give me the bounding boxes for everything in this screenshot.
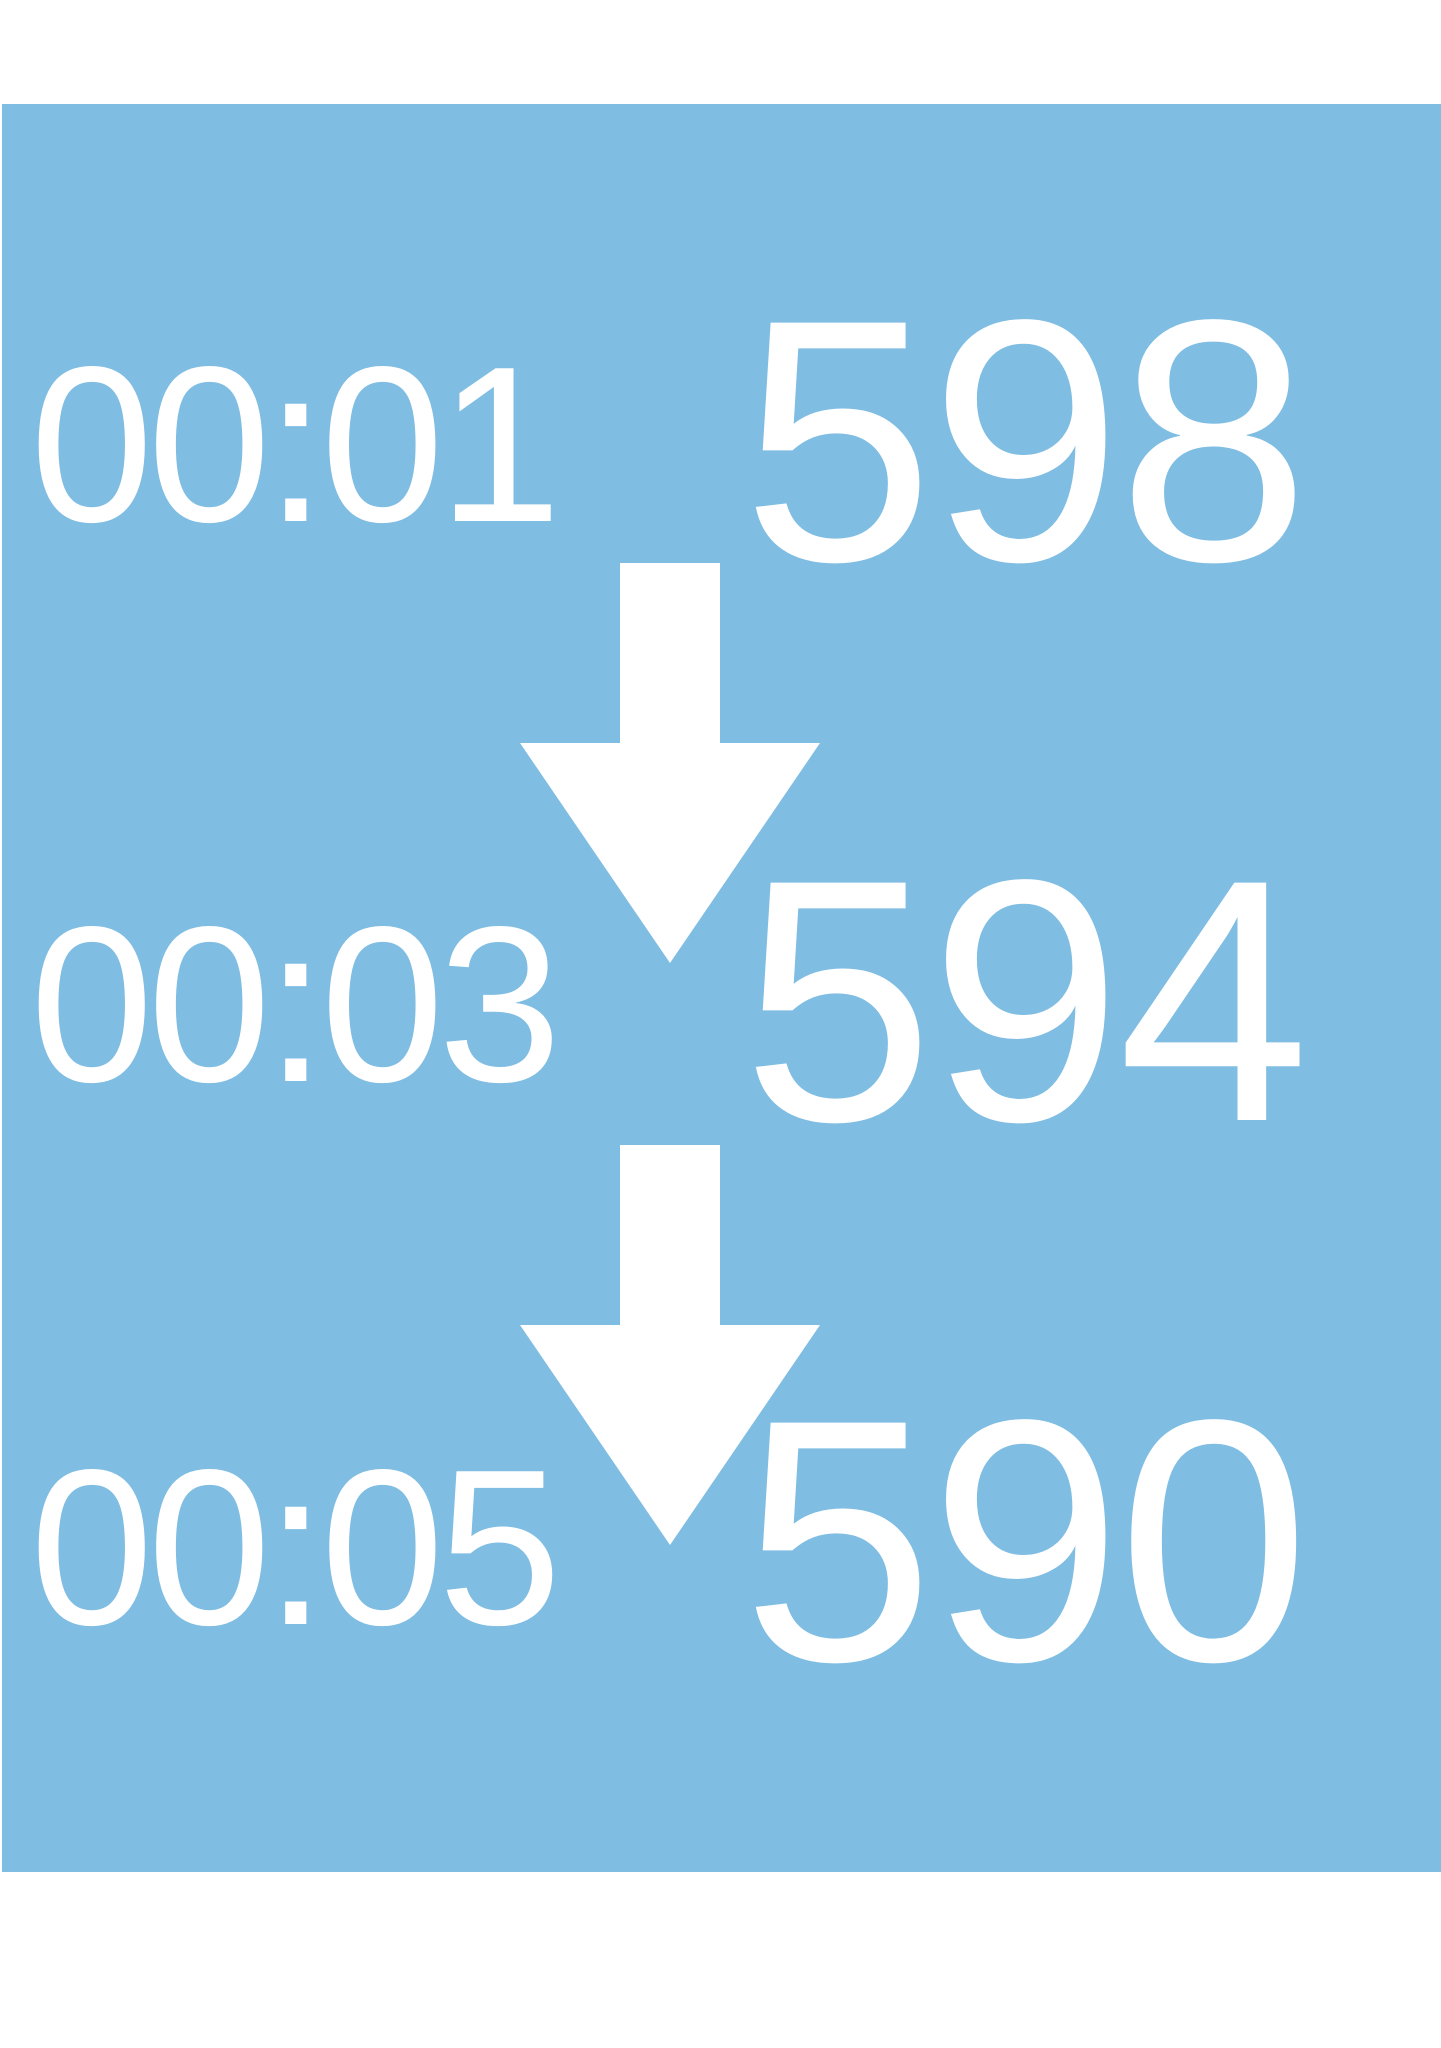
time-label-3: 00:05 — [30, 1424, 562, 1672]
time-label-1: 00:01 — [30, 321, 562, 569]
count-value-3: 590 — [742, 1349, 1310, 1734]
count-value-2: 594 — [742, 809, 1310, 1194]
time-label-2: 00:03 — [30, 881, 562, 1129]
count-value-1: 598 — [742, 249, 1310, 634]
countdown-panel: 00:01 598 00:03 594 00:05 590 — [2, 104, 1441, 1872]
